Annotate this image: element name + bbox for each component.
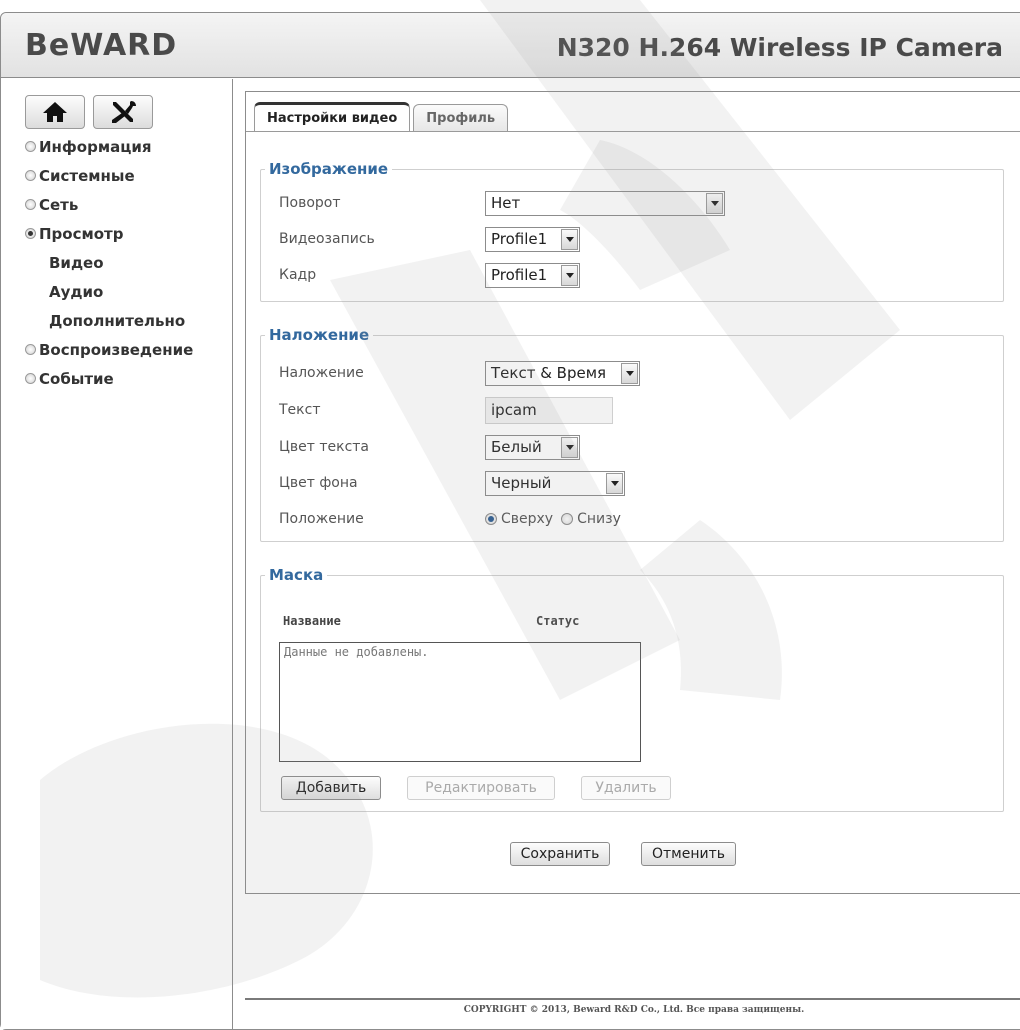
chevron-down-icon <box>561 436 578 458</box>
bg-color-label: Цвет фона <box>279 475 358 491</box>
settings-panel: Настройки видео Профиль Изображение Пово… <box>245 91 1020 894</box>
bullet-icon <box>25 170 36 181</box>
chevron-down-icon <box>561 264 578 286</box>
sidebar-item-system[interactable]: Системные <box>25 161 193 190</box>
save-button[interactable]: Сохранить <box>510 842 610 866</box>
rotation-select[interactable]: Нет <box>485 190 725 216</box>
mask-group-legend: Маска <box>269 566 324 584</box>
sidebar-item-view[interactable]: Просмотр <box>25 219 193 248</box>
text-color-select[interactable]: Белый <box>485 434 580 460</box>
header: BeWARD N320 H.264 Wireless IP Camera <box>1 13 1020 78</box>
position-bottom-label: Снизу <box>577 511 621 527</box>
sidebar-item-network[interactable]: Сеть <box>25 190 193 219</box>
bullet-icon <box>25 373 36 384</box>
chevron-down-icon <box>606 472 623 494</box>
tools-icon <box>112 101 136 123</box>
chevron-down-icon <box>621 362 638 384</box>
text-color-label: Цвет текста <box>279 439 369 455</box>
bg-color-select[interactable]: Черный <box>485 470 625 496</box>
add-mask-button[interactable]: Добавить <box>281 776 381 800</box>
copyright: COPYRIGHT © 2013, Beward R&D Co., Ltd. В… <box>463 1005 805 1015</box>
sidebar-item-event[interactable]: Событие <box>25 364 193 393</box>
home-button[interactable] <box>25 95 85 129</box>
mask-col-name: Название <box>283 614 341 628</box>
frame-label: Кадр <box>279 267 317 283</box>
tab-profile[interactable]: Профиль <box>413 104 509 132</box>
recording-select[interactable]: Profile1 <box>485 226 580 252</box>
rotation-label: Поворот <box>279 195 341 211</box>
sidebar: Информация Системные Сеть Просмотр Видео… <box>1 79 233 1029</box>
frame-select[interactable]: Profile1 <box>485 262 580 288</box>
sidebar-subitem-advanced[interactable]: Дополнительно <box>25 306 193 335</box>
chevron-down-icon <box>706 192 723 214</box>
footer-divider <box>245 998 1020 1000</box>
position-top-radio[interactable] <box>485 513 497 525</box>
mask-empty-text: Данные не добавлены. <box>284 645 429 659</box>
bullet-selected-icon <box>25 228 36 239</box>
tab-divider <box>246 131 1020 132</box>
sidebar-subitem-video[interactable]: Видео <box>25 248 193 277</box>
recording-label: Видеозапись <box>279 231 375 247</box>
edit-mask-button[interactable]: Редактировать <box>407 776 555 800</box>
position-bottom-radio[interactable] <box>561 513 574 525</box>
cancel-button[interactable]: Отменить <box>641 842 736 866</box>
image-group-legend: Изображение <box>269 160 389 178</box>
text-label: Текст <box>279 402 321 418</box>
delete-mask-button[interactable]: Удалить <box>581 776 671 800</box>
text-input[interactable]: ipcam <box>485 396 613 424</box>
mask-col-status: Статус <box>536 614 580 628</box>
settings-button[interactable] <box>93 95 153 129</box>
bullet-icon <box>25 344 36 355</box>
sidebar-menu: Информация Системные Сеть Просмотр Видео… <box>25 132 193 393</box>
home-icon <box>43 102 67 122</box>
overlay-label: Наложение <box>279 365 364 381</box>
position-top-label: Сверху <box>501 511 554 527</box>
sidebar-item-playback[interactable]: Воспроизведение <box>25 335 193 364</box>
position-label: Положение <box>279 511 364 527</box>
chevron-down-icon <box>561 228 578 250</box>
mask-list[interactable]: Данные не добавлены. <box>279 642 641 762</box>
logo: BeWARD <box>25 28 178 63</box>
sidebar-subitem-audio[interactable]: Аудио <box>25 277 193 306</box>
sidebar-item-info[interactable]: Информация <box>25 132 193 161</box>
image-group: Изображение Поворот Нет Видеозапись Prof… <box>260 160 1004 302</box>
mask-group: Маска Название Статус Данные не добавлен… <box>260 566 1004 812</box>
bullet-icon <box>25 141 36 152</box>
overlay-group: Наложение Наложение Текст & Время Текст … <box>260 326 1004 542</box>
tab-video-settings[interactable]: Настройки видео <box>254 102 411 132</box>
overlay-select[interactable]: Текст & Время <box>485 360 640 386</box>
bullet-icon <box>25 199 36 210</box>
camera-title: N320 H.264 Wireless IP Camera <box>556 33 1003 62</box>
overlay-group-legend: Наложение <box>269 326 370 344</box>
